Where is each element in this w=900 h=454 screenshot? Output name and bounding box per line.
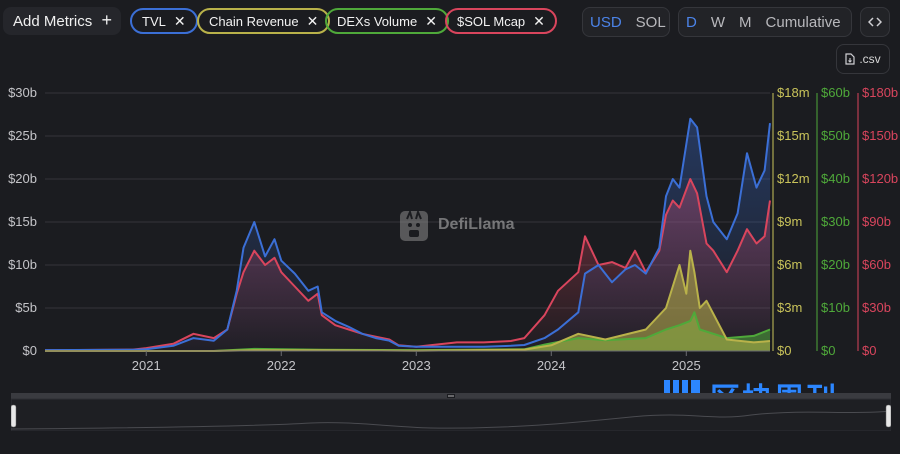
y-tick-label: $0 [862,343,876,358]
y-tick-label: $30b [821,214,850,229]
y-tick-label: $15m [777,128,810,143]
y-tick-label: $10b [8,257,37,272]
y-tick-label: $10b [821,300,850,315]
y-tick-label: $150b [862,128,898,143]
y-tick-label: $6m [777,257,802,272]
chart-area: $0 $5b $10b $15b $20b $25b $30b $0 $3m $6m $9m $12m… [8,85,898,373]
y-tick-label: $12m [777,171,810,186]
y-tick-label: $30b [8,85,37,100]
y-tick-label: $30b [862,300,891,315]
y-tick-label: $60b [821,85,850,100]
x-tick-label: 2023 [402,358,431,373]
watermark-text: DefiLlama [438,216,515,233]
slider-left-handle[interactable] [11,404,17,428]
y-tick-label: $120b [862,171,898,186]
y-tick-label: $40b [821,171,850,186]
y-tick-label: $20b [821,257,850,272]
defillama-watermark: DefiLlama [398,207,514,243]
y-tick-label: $18m [777,85,810,100]
y-tick-label: $180b [862,85,898,100]
llama-logo-icon [400,209,428,241]
x-tick-label: 2021 [132,358,161,373]
slider-right-handle[interactable] [885,404,891,428]
y-tick-label: $3m [777,300,802,315]
range-slider[interactable] [11,393,891,431]
y-tick-label: $60b [862,257,891,272]
drag-handle-icon[interactable] [447,394,455,398]
y-tick-label: $5b [15,300,37,315]
y-tick-label: $15b [8,214,37,229]
y-tick-label: $0 [821,343,835,358]
y-tick-label: $90b [862,214,891,229]
y-tick-label: $50b [821,128,850,143]
x-tick-label: 2022 [267,358,296,373]
y-tick-label: $9m [777,214,802,229]
y-tick-label: $0 [777,343,791,358]
y-tick-label: $20b [8,171,37,186]
x-tick-label: 2024 [537,358,566,373]
x-tick-label: 2025 [672,358,701,373]
y-tick-label: $0 [23,343,37,358]
y-tick-label: $25b [8,128,37,143]
